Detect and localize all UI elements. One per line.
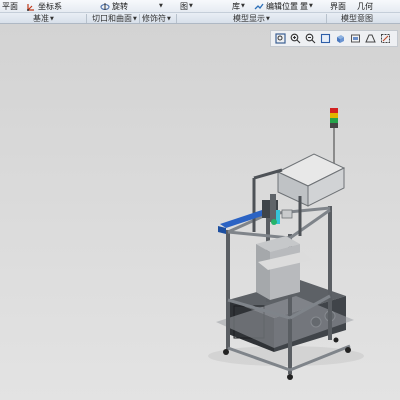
sensor-green bbox=[271, 219, 277, 225]
settings-button[interactable]: 置 ▼ bbox=[300, 0, 313, 12]
signal-lamp-yellow bbox=[330, 113, 338, 118]
ribbon: 平面 坐标系 基准 旋转 扫▼ 图▼ 库▼ 编辑位置 置▼ 界面 几何 其 bbox=[0, 0, 400, 12]
group-model-display-label: 模型显示 bbox=[233, 14, 265, 23]
coordinate-system-button[interactable]: 坐标系 bbox=[26, 0, 62, 12]
graphics-toolbar bbox=[270, 30, 398, 47]
coordinate-system-icon bbox=[26, 2, 36, 11]
group-separator bbox=[139, 14, 140, 23]
group-separator bbox=[326, 14, 327, 23]
other-button[interactable]: 其 bbox=[388, 0, 396, 12]
settings-label: 置 bbox=[300, 1, 308, 11]
signal-lamp-green bbox=[330, 118, 338, 123]
plane-button-label: 平面 bbox=[2, 1, 18, 11]
zoom-box-icon[interactable] bbox=[274, 32, 287, 45]
edit-position-icon bbox=[254, 2, 264, 11]
edit-position-label: 编辑位置 bbox=[266, 1, 298, 11]
group-datum-label: 基准 bbox=[33, 14, 49, 23]
group-datum[interactable]: 基准 ▼ bbox=[33, 13, 54, 24]
library-button[interactable]: 库 ▼ bbox=[232, 0, 245, 12]
view-button[interactable]: 图 ▼ bbox=[180, 0, 193, 12]
group-model-intent[interactable]: 模型意图 bbox=[341, 13, 373, 24]
saved-views-icon[interactable] bbox=[349, 32, 362, 45]
coordinate-system-label: 坐标系 bbox=[38, 1, 62, 11]
geometry-button[interactable]: 几何 bbox=[357, 0, 373, 12]
group-cuts-surfaces[interactable]: 切口和曲面 ▼ bbox=[92, 13, 137, 24]
zoom-out-icon[interactable] bbox=[304, 32, 317, 45]
revolve-button[interactable]: 旋转 bbox=[100, 0, 128, 12]
shading-icon[interactable] bbox=[334, 32, 347, 45]
group-modifiers[interactable]: 修饰符 ▼ bbox=[142, 13, 171, 24]
group-cuts-surfaces-label: 切口和曲面 bbox=[92, 14, 132, 23]
revolve-label: 旋转 bbox=[112, 1, 128, 11]
sweep-button[interactable]: 扫▼ bbox=[150, 0, 163, 12]
library-label: 库 bbox=[232, 1, 240, 11]
view-label: 图 bbox=[180, 1, 188, 11]
datum-display-icon[interactable] bbox=[379, 32, 392, 45]
graphics-window[interactable] bbox=[0, 24, 400, 400]
refit-icon[interactable] bbox=[319, 32, 332, 45]
assembly-model[interactable] bbox=[0, 24, 400, 400]
ribbon-group-bar: 基准 ▼ 切口和曲面 ▼ 修饰符 ▼ 模型显示 ▼ 模型意图 bbox=[0, 12, 400, 24]
group-model-intent-label: 模型意图 bbox=[341, 14, 373, 23]
plane-button[interactable]: 平面 bbox=[2, 0, 18, 12]
group-modifiers-label: 修饰符 bbox=[142, 14, 166, 23]
group-model-display[interactable]: 模型显示 ▼ bbox=[233, 13, 270, 24]
geometry-label: 几何 bbox=[357, 1, 373, 11]
perspective-icon[interactable] bbox=[364, 32, 377, 45]
interface-button[interactable]: 界面 bbox=[330, 0, 346, 12]
datum-button[interactable]: 基准 bbox=[68, 0, 84, 12]
signal-lamp-red bbox=[330, 108, 338, 113]
group-separator bbox=[86, 14, 87, 23]
revolve-icon bbox=[100, 2, 110, 11]
interface-label: 界面 bbox=[330, 1, 346, 11]
zoom-in-icon[interactable] bbox=[289, 32, 302, 45]
group-separator bbox=[176, 14, 177, 23]
edit-position-button[interactable]: 编辑位置 bbox=[254, 0, 298, 12]
